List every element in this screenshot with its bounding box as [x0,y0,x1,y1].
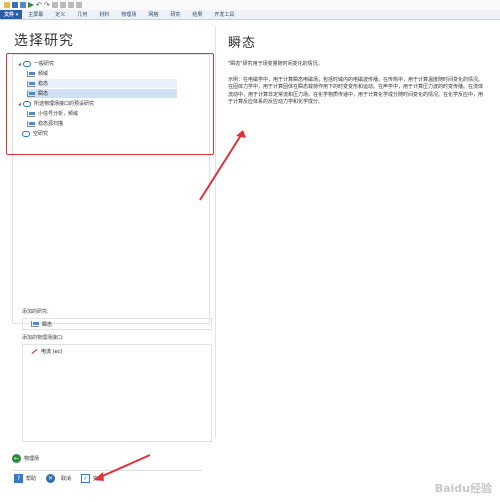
description-title: 瞬态 [228,36,257,51]
tab-geometry[interactable]: 几何 [71,10,93,19]
checkmark-icon: ✓ [81,474,91,483]
description-examples: 示例：在电磁学中，用于计算瞬态电磁场，包括时域内的电磁波传播。在传热中，用于计算… [228,76,484,106]
tab-study[interactable]: 研究 [164,10,186,19]
delete-icon[interactable] [75,2,82,8]
help-icon: ? [14,474,23,483]
added-physics-list: 电流 (ec) [22,344,212,442]
tab-home[interactable]: 主屏幕 [22,10,49,19]
finish-button-label: 完成 [93,476,104,482]
annotation-highlight-box [6,53,214,155]
tab-file[interactable]: 文件 ▾ [0,10,23,19]
finish-button[interactable]: ✓ 完成 [81,474,103,483]
redo-icon[interactable]: ↷ [44,2,50,9]
open-icon[interactable] [4,2,10,8]
electric-currents-icon [31,348,38,355]
undo-icon[interactable]: ↶ [36,2,42,9]
button-separator [12,470,202,471]
tab-developer[interactable]: 开发工具 [208,10,240,19]
tab-mesh[interactable]: 网格 [142,10,164,19]
added-studies-list: 瞬态 [22,318,212,330]
added-study-item[interactable]: 瞬态 [42,321,52,328]
tab-results[interactable]: 结果 [186,10,208,19]
description-summary: "瞬态"研究用于场变量随时间变化的情况。 [228,61,323,67]
panel-divider [215,26,216,438]
added-physics-item[interactable]: 电流 (ec) [41,348,62,355]
added-studies-label: 添加的研究: [22,309,49,315]
study-step-icon [31,321,39,327]
cancel-icon: ✕ [46,474,56,483]
added-physics-label: 添加的物理场接口: [22,335,64,341]
run-icon[interactable] [28,2,34,8]
ribbon-tabs: 文件 ▾ 主屏幕 定义 几何 材料 物理场 网格 研究 结果 开发工具 [0,10,500,20]
copy-icon[interactable] [51,2,58,8]
watermark: Baidu经验 [434,482,492,495]
help-button-label: 帮助 [26,476,37,482]
tab-physics[interactable]: 物理场 [115,10,142,19]
cancel-button-label: 取消 [61,476,72,482]
back-arrow-icon: ← [12,454,21,463]
physics-button[interactable]: ← 物理场 [12,454,39,463]
physics-button-label: 物理场 [24,456,40,462]
tab-materials[interactable]: 材料 [93,10,115,19]
cancel-button[interactable]: ✕ 取消 [46,474,71,483]
page-title: 选择研究 [14,33,74,49]
study-description-panel: 瞬态 "瞬态"研究用于场变量随时间变化的情况。 示例：在电磁学中，用于计算瞬态电… [218,26,496,438]
quick-access-toolbar: ↶ ↷ [0,0,500,10]
tab-definitions[interactable]: 定义 [49,10,71,19]
help-button[interactable]: ? 帮助 [14,474,36,483]
duplicate-icon[interactable] [67,2,74,8]
paste-icon[interactable] [59,2,66,8]
save-as-icon[interactable] [20,2,26,8]
wizard-buttons: ? 帮助 ✕ 取消 ✓ 完成 [14,474,103,483]
save-icon[interactable] [12,2,18,8]
